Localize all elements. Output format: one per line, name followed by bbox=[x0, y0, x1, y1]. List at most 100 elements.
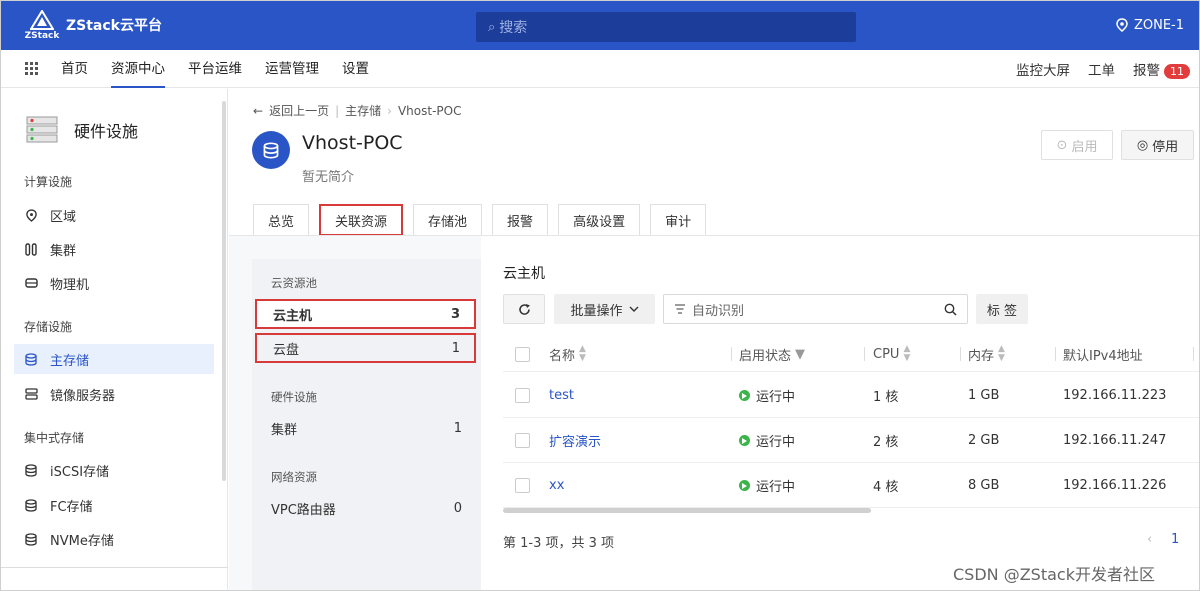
subnav-item-count: 1 bbox=[453, 420, 462, 436]
sidebar-item-zone[interactable]: 区域 bbox=[14, 200, 214, 230]
vm-name-link[interactable]: xx bbox=[549, 463, 564, 508]
tag-button[interactable]: 标 签 bbox=[976, 294, 1028, 324]
select-all-checkbox[interactable] bbox=[515, 336, 530, 372]
vm-name-link[interactable]: test bbox=[549, 373, 574, 418]
host-icon bbox=[24, 276, 38, 290]
location-icon bbox=[1116, 18, 1128, 32]
col-cpu-label: CPU bbox=[873, 346, 900, 362]
cpu-cell: 2 核 bbox=[873, 435, 899, 450]
sidebar-item-nvme[interactable]: NVMe存储 bbox=[14, 524, 214, 554]
tab-storage-pool[interactable]: 存储池 bbox=[413, 204, 483, 236]
zone-label: ZONE-1 bbox=[1133, 17, 1184, 33]
sidebar-item-host[interactable]: 物理机 bbox=[14, 268, 214, 298]
column-separator bbox=[960, 347, 961, 361]
status-cell: 运行中 bbox=[739, 373, 795, 418]
col-status[interactable]: 启用状态 ▼ bbox=[739, 336, 805, 372]
row-checkbox[interactable] bbox=[515, 373, 530, 418]
sidebar-item-primary-storage[interactable]: 主存储 bbox=[14, 344, 214, 374]
chevron-down-icon bbox=[629, 306, 638, 312]
table-row[interactable]: xx 运行中 4 核 8 GB 192.166.11.226 bbox=[503, 463, 1200, 508]
col-memory[interactable]: 内存 ▲ ▼ bbox=[968, 336, 1005, 372]
status-cell: 运行中 bbox=[739, 463, 795, 508]
col-name[interactable]: 名称 ▲ ▼ bbox=[549, 336, 586, 372]
subnav-item-count: 0 bbox=[453, 500, 462, 516]
detail-tabs: 总览 关联资源 存储池 报警 高级设置 审计 bbox=[253, 204, 716, 236]
monitor-screen-link[interactable]: 监控大屏 bbox=[1016, 59, 1070, 79]
row-checkbox[interactable] bbox=[515, 463, 530, 508]
refresh-button[interactable] bbox=[503, 294, 545, 324]
status-label: 运行中 bbox=[756, 480, 796, 495]
row-checkbox[interactable] bbox=[515, 418, 530, 463]
sidebar-item-label: 物理机 bbox=[50, 277, 90, 293]
ticket-link[interactable]: 工单 bbox=[1088, 59, 1115, 79]
nav-home[interactable]: 首页 bbox=[61, 50, 88, 88]
nav-settings[interactable]: 设置 bbox=[342, 50, 369, 88]
stop-button[interactable]: ◎ 停用 bbox=[1121, 130, 1194, 160]
filter-search-input[interactable]: 自动识别 bbox=[663, 294, 968, 324]
running-status-icon bbox=[739, 435, 750, 446]
table-horizontal-scrollbar[interactable] bbox=[503, 508, 871, 513]
subnav-item-vm[interactable]: 云主机 3 bbox=[255, 299, 476, 329]
filter-placeholder: 自动识别 bbox=[692, 303, 745, 319]
global-search-input[interactable]: ⌕ 搜索 bbox=[476, 12, 856, 42]
breadcrumb: ← 返回上一页 | 主存储 › Vhost-POC bbox=[253, 102, 461, 119]
location-icon bbox=[24, 208, 38, 222]
sidebar-item-cluster[interactable]: 集群 bbox=[14, 234, 214, 264]
search-icon[interactable] bbox=[944, 303, 957, 316]
batch-operation-button[interactable]: 批量操作 bbox=[554, 294, 655, 324]
enable-button[interactable]: ⊙ 启用 bbox=[1041, 130, 1113, 160]
table-row[interactable]: 扩容演示 运行中 2 核 2 GB 192.166.11.247 bbox=[503, 418, 1200, 463]
subnav-group-cloud: 云资源池 bbox=[271, 276, 317, 290]
sidebar-item-label: 主存储 bbox=[50, 353, 90, 369]
breadcrumb-current: Vhost-POC bbox=[397, 103, 462, 118]
col-ipv4[interactable]: 默认IPv4地址 bbox=[1063, 336, 1143, 372]
breadcrumb-parent[interactable]: 主存储 bbox=[345, 102, 381, 119]
col-cpu[interactable]: CPU ▲ ▼ bbox=[873, 336, 910, 372]
database-icon bbox=[24, 498, 38, 512]
database-icon bbox=[24, 463, 38, 477]
pagination-page-1[interactable]: 1 bbox=[1171, 532, 1179, 547]
play-circle-icon: ⊙ bbox=[1056, 137, 1068, 153]
server-icon bbox=[24, 387, 38, 401]
subnav-item-label: 云主机 bbox=[273, 308, 313, 324]
status-cell: 运行中 bbox=[739, 418, 795, 463]
status-label: 运行中 bbox=[756, 390, 796, 405]
sidebar-scrollbar[interactable] bbox=[222, 101, 226, 481]
pagination-prev-icon[interactable]: ‹ bbox=[1147, 532, 1152, 547]
nav-resource-center[interactable]: 资源中心 bbox=[111, 50, 165, 88]
table-row[interactable]: test 运行中 1 核 1 GB 192.166.11.223 bbox=[503, 373, 1200, 418]
back-arrow-icon[interactable]: ← bbox=[253, 104, 263, 118]
refresh-icon bbox=[518, 303, 530, 315]
ip-cell: 192.166.11.226 bbox=[1063, 478, 1167, 493]
alarm-link[interactable]: 报警 11 bbox=[1133, 59, 1190, 79]
database-icon bbox=[24, 352, 38, 366]
watermark: CSDN @ZStack开发者社区 bbox=[953, 565, 1155, 584]
zstack-logo[interactable]: ZStack bbox=[22, 9, 62, 41]
logo-triangle-icon bbox=[30, 9, 54, 30]
zone-selector[interactable]: ZONE-1 bbox=[1116, 0, 1184, 50]
pagination-summary: 第 1-3 项，共 3 项 bbox=[503, 536, 615, 551]
logo-text: ZStack bbox=[24, 30, 60, 41]
filter-funnel-icon: ▼ bbox=[795, 346, 806, 362]
col-status-label: 启用状态 bbox=[739, 348, 792, 364]
subnav-item-volume[interactable]: 云盘 1 bbox=[255, 333, 476, 363]
tab-alarm[interactable]: 报警 bbox=[492, 204, 549, 236]
tab-audit[interactable]: 审计 bbox=[650, 204, 707, 236]
breadcrumb-back[interactable]: 返回上一页 bbox=[269, 102, 329, 119]
sidebar-item-fc[interactable]: FC存储 bbox=[14, 490, 214, 520]
app-grid-icon[interactable] bbox=[25, 61, 39, 76]
tab-overview[interactable]: 总览 bbox=[253, 204, 310, 236]
sort-icon: ▲ ▼ bbox=[998, 344, 1005, 363]
sidebar-item-iscsi[interactable]: iSCSI存储 bbox=[14, 455, 214, 485]
subnav-item-vpc-router[interactable]: VPC路由器 0 bbox=[255, 493, 476, 523]
col-ipv4-label: 默认IPv4地址 bbox=[1063, 348, 1143, 364]
tab-advanced-settings[interactable]: 高级设置 bbox=[558, 204, 641, 236]
nav-platform-ops[interactable]: 平台运维 bbox=[188, 50, 242, 88]
tab-related-resources[interactable]: 关联资源 bbox=[319, 204, 404, 236]
vm-name-link[interactable]: 扩容演示 bbox=[549, 418, 601, 463]
subnav-item-cluster[interactable]: 集群 1 bbox=[255, 413, 476, 443]
running-status-icon bbox=[739, 480, 750, 491]
subnav-item-label: 云盘 bbox=[273, 342, 300, 358]
sidebar-item-image-server[interactable]: 镜像服务器 bbox=[14, 379, 214, 409]
nav-operations[interactable]: 运营管理 bbox=[265, 50, 319, 88]
